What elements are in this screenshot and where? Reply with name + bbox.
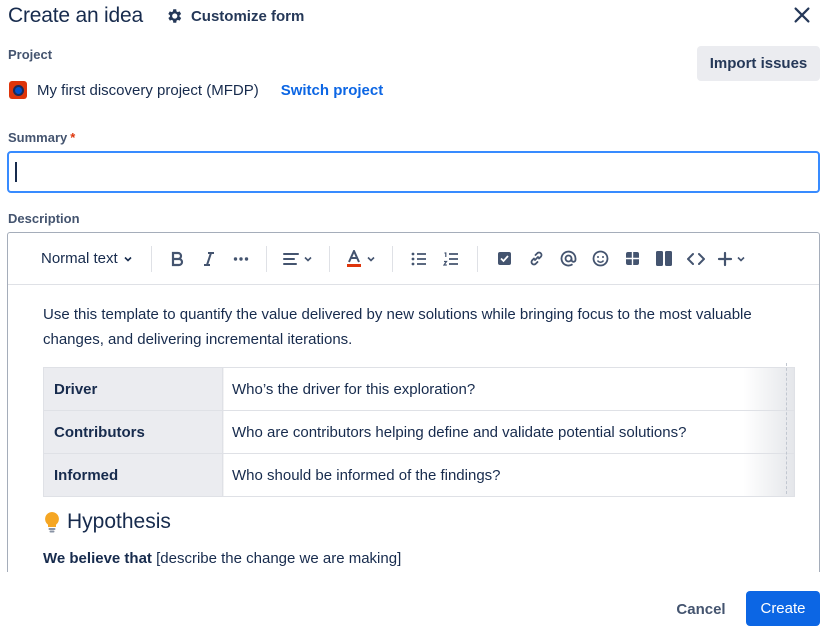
customize-form-label: Customize form — [190, 7, 305, 25]
switch-project-link[interactable]: Switch project — [281, 82, 384, 99]
bold-button[interactable] — [162, 243, 192, 275]
code-icon — [687, 252, 705, 265]
toolbar-divider — [392, 245, 393, 272]
text-color-icon — [346, 249, 361, 267]
numbered-list-icon — [443, 251, 458, 266]
table-key-cell[interactable]: Contributors — [43, 410, 223, 454]
layout-button[interactable] — [648, 243, 680, 275]
chevron-down-icon — [366, 256, 375, 262]
lightbulb-icon — [45, 512, 59, 533]
align-icon — [282, 252, 299, 265]
customize-form-button[interactable]: Customize form — [165, 7, 304, 25]
cancel-button[interactable]: Cancel — [670, 592, 732, 626]
project-label: Project — [8, 47, 53, 62]
numbered-list-button[interactable] — [435, 243, 467, 275]
table-value-cell[interactable]: Who are contributors helping define and … — [222, 410, 795, 454]
mention-button[interactable] — [552, 243, 584, 275]
table-row: Driver Who’s the driver for this explora… — [43, 367, 795, 411]
summary-label: Summary * — [8, 130, 75, 145]
italic-button[interactable] — [192, 243, 226, 275]
dialog-title: Create an idea — [8, 4, 143, 27]
text-cursor — [15, 162, 17, 182]
dialog-header: Create an idea Customize form — [8, 0, 829, 32]
text-style-dropdown[interactable]: Normal text — [41, 243, 141, 275]
italic-icon — [204, 251, 214, 266]
link-button[interactable] — [520, 243, 552, 275]
gear-icon — [168, 9, 182, 23]
emoji-icon — [592, 250, 608, 267]
text-color-dropdown[interactable] — [340, 243, 382, 275]
code-button[interactable] — [680, 243, 712, 275]
summary-input[interactable] — [7, 151, 820, 193]
alignment-dropdown[interactable] — [277, 243, 319, 275]
toolbar-divider — [477, 245, 478, 272]
more-formatting-icon — [233, 256, 249, 261]
editor-content[interactable]: Use this template to quantify the value … — [8, 285, 819, 567]
table-value-cell[interactable]: Who’s the driver for this exploration? — [222, 367, 795, 411]
daci-table: Driver Who’s the driver for this explora… — [43, 367, 795, 497]
project-name: My first discovery project (MFDP) — [37, 81, 259, 99]
description-label: Description — [8, 211, 80, 226]
editor-toolbar: Normal text — [8, 233, 819, 285]
table-value-cell[interactable]: Who should be informed of the findings? — [222, 453, 795, 497]
text-style-label: Normal text — [41, 250, 118, 267]
required-marker: * — [70, 130, 76, 145]
chevron-down-icon — [124, 256, 132, 262]
toolbar-divider — [329, 245, 330, 272]
mention-icon — [560, 250, 576, 267]
create-button[interactable]: Create — [746, 591, 820, 626]
bold-icon — [171, 251, 184, 266]
link-icon — [530, 251, 542, 266]
project-avatar — [9, 81, 27, 99]
table-icon — [625, 252, 639, 265]
hypothesis-statement: We believe that [describe the change we … — [43, 550, 819, 567]
emoji-button[interactable] — [584, 243, 616, 275]
action-item-icon — [497, 252, 511, 265]
table-row: Informed Who should be informed of the f… — [43, 453, 795, 497]
table-button[interactable] — [616, 243, 648, 275]
import-issues-button[interactable]: Import issues — [697, 46, 820, 81]
insert-dropdown[interactable] — [712, 243, 752, 275]
template-intro: Use this template to quantify the value … — [43, 306, 752, 348]
bullet-list-icon — [411, 252, 426, 265]
close-icon[interactable] — [791, 4, 813, 26]
table-key-cell[interactable]: Informed — [43, 453, 223, 497]
chevron-down-icon — [737, 256, 745, 262]
more-formatting-button[interactable] — [226, 243, 256, 275]
table-key-cell[interactable]: Driver — [43, 367, 223, 411]
action-item-button[interactable] — [488, 243, 520, 275]
description-editor[interactable]: Normal text Use this template to quantif… — [7, 232, 820, 572]
hypothesis-heading: Hypothesis — [43, 510, 819, 534]
summary-label-text: Summary — [8, 130, 68, 145]
toolbar-divider — [151, 245, 152, 272]
toolbar-divider — [266, 245, 267, 272]
table-edge-indicator — [786, 363, 788, 494]
believe-bold-text: We believe that — [43, 550, 152, 567]
project-selector: My first discovery project (MFDP) Switch… — [9, 80, 383, 100]
chevron-down-icon — [303, 256, 312, 262]
table-row: Contributors Who are contributors helpin… — [43, 410, 795, 454]
layout-icon — [656, 251, 672, 266]
insert-icon — [717, 251, 733, 266]
bullet-list-button[interactable] — [403, 243, 435, 275]
believe-placeholder-text: [describe the change we are making] — [151, 550, 402, 567]
hypothesis-heading-text: Hypothesis — [67, 510, 171, 533]
